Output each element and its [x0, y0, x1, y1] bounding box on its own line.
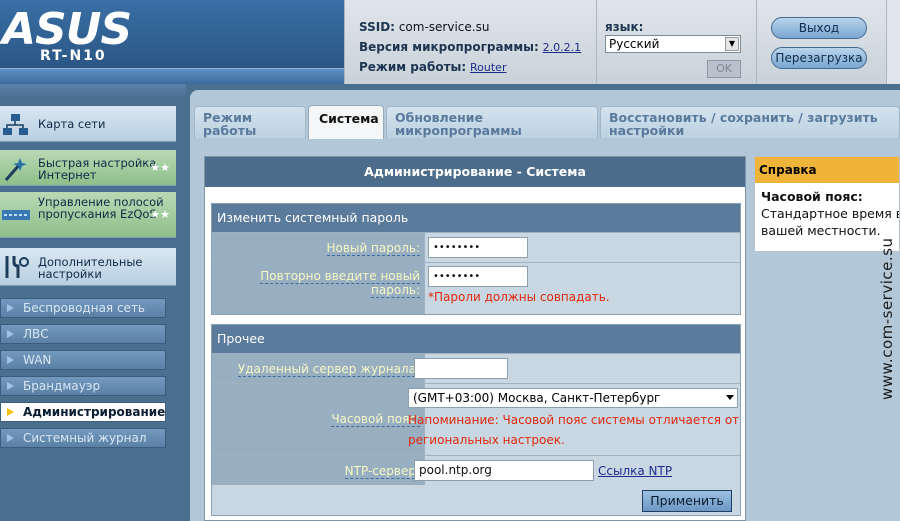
sidebar-item-label: Брандмауэр — [23, 379, 101, 393]
header-buttons: Выход Перезагрузка — [756, 0, 886, 84]
main-area: Режим работы Система Обновление микропро… — [190, 90, 900, 521]
sidebar-item-wireless[interactable]: Беспроводная сеть — [0, 298, 166, 318]
sidebar-item-wan[interactable]: WAN — [0, 350, 166, 370]
log-server-input[interactable] — [414, 358, 508, 379]
network-map-icon — [3, 114, 28, 135]
tab-firmware-upgrade[interactable]: Обновление микропрограммы — [386, 106, 598, 138]
log-server-label: Удаленный сервер журнала: — [237, 362, 420, 377]
new-password-input[interactable]: •••••••• — [428, 237, 528, 258]
sidebar-item-quick-setup[interactable]: Быстрая настройка Интернет ★★ — [0, 150, 176, 186]
ntp-row: NTP-сервер: pool.ntp.org Ссылка NTP — [212, 455, 740, 485]
ntp-link[interactable]: Ссылка NTP — [598, 464, 672, 478]
logo-swoosh — [0, 68, 344, 84]
confirm-password-label: Повторно введите новый пароль: — [260, 269, 420, 298]
bandwidth-icon — [2, 210, 30, 220]
timezone-note-line2: региональных настроек. — [408, 433, 565, 447]
password-group: Изменить системный пароль Новый пароль: … — [211, 203, 741, 315]
tools-icon — [5, 256, 29, 278]
ssid-label: SSID: — [359, 20, 395, 34]
firmware-version-link[interactable]: 2.0.2.1 — [543, 41, 581, 54]
misc-group-header: Прочее — [212, 325, 740, 353]
sidebar-item-label: ЛВС — [23, 327, 49, 341]
timezone-selected: (GMT+03:00) Москва, Санкт-Петербург — [413, 391, 661, 405]
tab-restore-save-settings[interactable]: Восстановить / сохранить / загрузить нас… — [600, 106, 900, 138]
log-server-row: Удаленный сервер журнала: — [212, 353, 740, 383]
triangle-right-icon — [7, 408, 14, 416]
stars-icon: ★★ — [150, 208, 170, 221]
watermark: www.com-service.su — [878, 237, 896, 400]
sidebar-item-label: Администрирование — [23, 405, 166, 419]
help-line-1: Стандартное время в — [761, 206, 899, 221]
language-ok-button[interactable]: OK — [707, 60, 741, 78]
confirm-password-input[interactable]: •••••••• — [428, 266, 528, 287]
timezone-row: Часовой пояс: (GMT+03:00) Москва, Санкт-… — [212, 383, 740, 455]
triangle-right-icon — [7, 330, 14, 338]
sidebar-item-label: Беспроводная сеть — [23, 301, 146, 315]
sidebar-item-advanced[interactable]: Дополнительные настройки — [0, 248, 176, 286]
password-group-header: Изменить системный пароль — [212, 204, 740, 232]
timezone-note-line1: Напоминание: Часовой пояс системы отлича… — [408, 413, 740, 427]
model-name: RT-N10 — [40, 48, 107, 64]
help-title: Часовой пояс: — [761, 189, 863, 204]
sidebar: Карта сети Быстрая настройка Интернет ★★… — [0, 84, 186, 521]
triangle-right-icon — [7, 434, 14, 442]
firmware-row: Версия микропрограммы: 2.0.2.1 — [359, 40, 581, 54]
sidebar-top — [0, 84, 186, 98]
triangle-right-icon — [7, 356, 14, 364]
sidebar-item-ezqos[interactable]: Управление полосой пропускания EzQoS ★★ — [0, 192, 176, 238]
password-match-note: *Пароли должны совпадать. — [428, 290, 610, 304]
sidebar-item-label: Карта сети — [38, 117, 106, 131]
tab-system[interactable]: Система — [308, 105, 384, 139]
page-title: Администрирование - Система — [205, 157, 745, 187]
ssid-value: com-service.su — [398, 20, 490, 34]
reboot-button[interactable]: Перезагрузка — [771, 47, 867, 69]
sidebar-item-network-map[interactable]: Карта сети — [0, 106, 176, 142]
tab-operation-mode[interactable]: Режим работы — [194, 106, 306, 138]
misc-group: Прочее Удаленный сервер журнала: Часовой… — [211, 324, 741, 516]
header-right-edge — [886, 0, 900, 84]
timezone-label: Часовой пояс: — [331, 412, 420, 427]
logo-area: ASUS RT-N10 — [0, 0, 344, 84]
language-label: язык: — [605, 20, 644, 34]
header: ASUS RT-N10 SSID: com-service.su Версия … — [0, 0, 900, 84]
sidebar-item-lan[interactable]: ЛВС — [0, 324, 166, 344]
help-line-2: вашей местности. — [761, 223, 881, 238]
content-panel: Администрирование - Система Изменить сис… — [204, 156, 746, 521]
ssid-row: SSID: com-service.su — [359, 20, 489, 34]
chevron-down-icon: ▼ — [725, 37, 739, 51]
language-panel: язык: Русский ▼ OK — [596, 0, 754, 84]
timezone-select[interactable]: (GMT+03:00) Москва, Санкт-Петербург — [408, 388, 738, 408]
sidebar-item-system-log[interactable]: Системный журнал — [0, 428, 166, 448]
chevron-down-icon — [726, 395, 734, 400]
ntp-server-input[interactable]: pool.ntp.org — [414, 460, 594, 481]
confirm-password-row: Повторно введите новый пароль: •••••••• … — [212, 262, 740, 314]
mode-row: Режим работы: Router — [359, 60, 506, 74]
operation-mode-link[interactable]: Router — [470, 61, 506, 74]
new-password-label: Новый пароль: — [326, 241, 420, 256]
router-info-panel: SSID: com-service.su Версия микропрограм… — [344, 0, 594, 84]
logout-button[interactable]: Выход — [771, 17, 867, 39]
stars-icon: ★★ — [150, 161, 170, 174]
sidebar-item-label: WAN — [23, 353, 52, 367]
mode-label: Режим работы: — [359, 60, 467, 74]
sidebar-item-label: Системный журнал — [23, 431, 147, 445]
language-selected: Русский — [609, 37, 660, 51]
triangle-right-icon — [7, 304, 14, 312]
sidebar-item-label: Дополнительные настройки — [38, 255, 143, 281]
language-select[interactable]: Русский ▼ — [605, 35, 741, 53]
apply-button[interactable]: Применить — [642, 490, 732, 512]
magic-wand-icon — [4, 158, 27, 181]
firmware-label: Версия микропрограммы: — [359, 40, 539, 54]
new-password-row: Новый пароль: •••••••• — [212, 232, 740, 262]
sidebar-item-firewall[interactable]: Брандмауэр — [0, 376, 166, 396]
sidebar-item-administration[interactable]: Администрирование — [0, 402, 166, 422]
ntp-label: NTP-сервер: — [344, 464, 420, 479]
help-header: Справка — [755, 157, 899, 183]
triangle-right-icon — [7, 382, 14, 390]
help-body: Стандартное время в вашей местности. — [761, 205, 899, 239]
